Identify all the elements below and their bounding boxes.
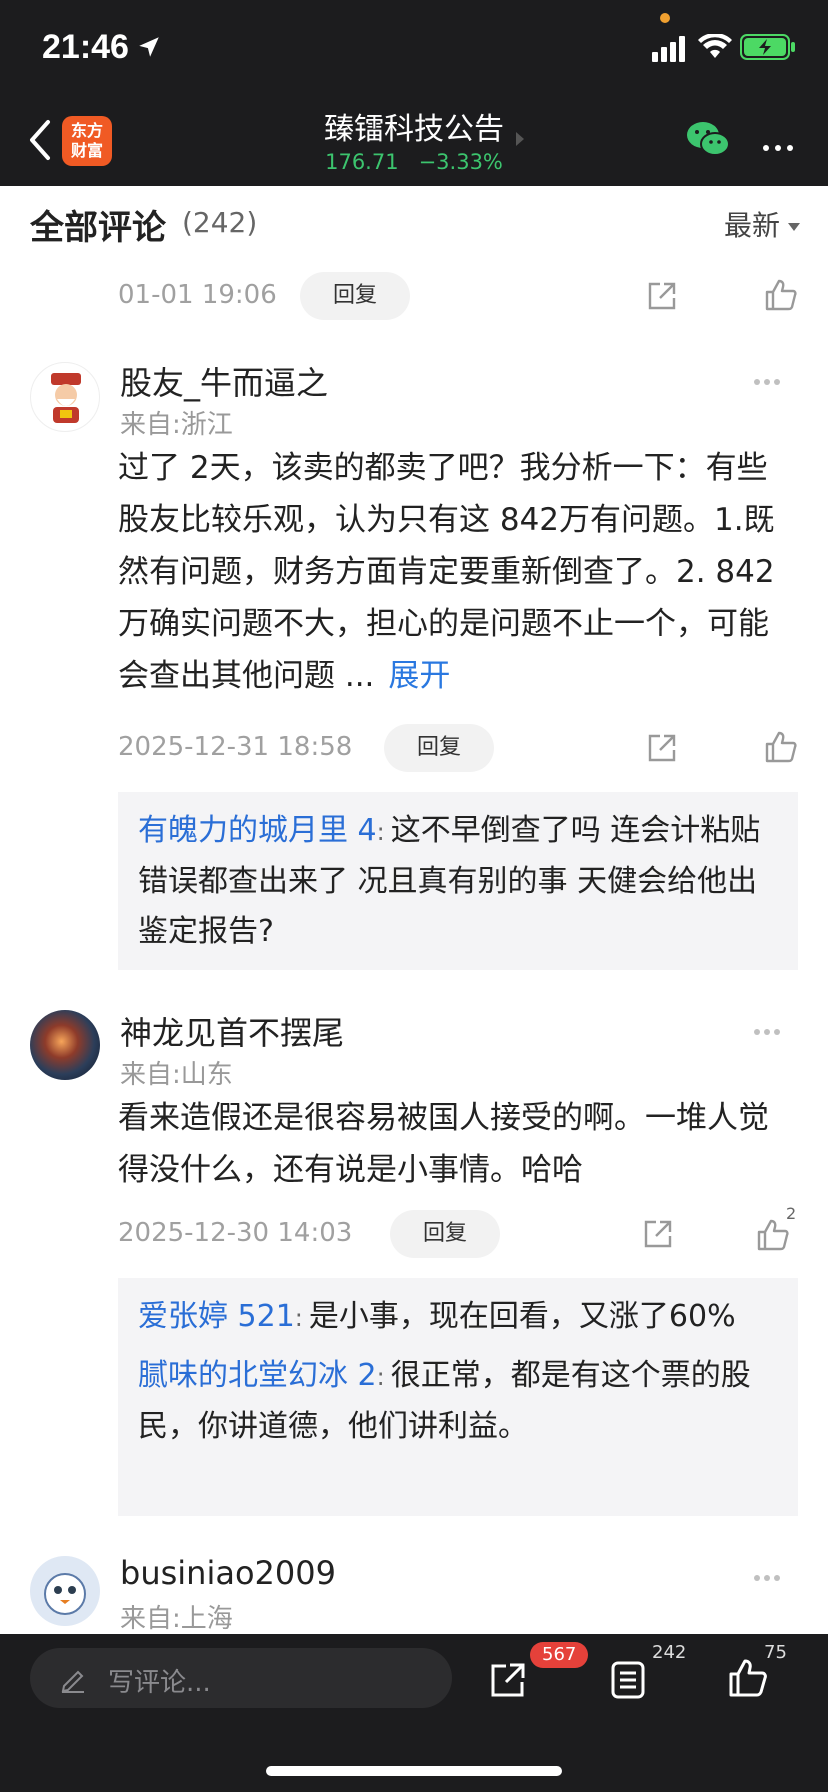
comment-more-icon[interactable] — [752, 1566, 782, 1585]
cartoon-bird-avatar-icon — [44, 1573, 86, 1615]
comment-meta: 2025-12-30 14:03 回复 2 — [118, 1204, 798, 1258]
fortune-god-avatar-icon — [51, 373, 81, 423]
location-arrow-icon — [139, 37, 159, 57]
comments-header: 全部评论 (242) 最新 — [30, 196, 800, 248]
user-location: 来自:浙江 — [120, 410, 233, 440]
reply-thread[interactable]: 爱张婷 521: 是小事，现在回看，又涨了60% 腻味的北堂幻冰 2: 很正常，都是… — [118, 1278, 798, 1516]
wifi-icon — [698, 34, 732, 58]
share-icon[interactable] — [646, 732, 678, 764]
reply-colon: : — [376, 818, 385, 846]
reply-button[interactable]: 回复 — [384, 724, 494, 772]
username[interactable]: 股友_牛而逼之 — [120, 358, 328, 404]
reply-author[interactable]: 有魄力的城月里 4 — [138, 813, 377, 848]
home-indicator[interactable] — [266, 1766, 562, 1776]
user-location: 来自:上海 — [120, 1604, 233, 1634]
reply-colon: : — [294, 1304, 303, 1332]
reply-button[interactable]: 回复 — [300, 272, 410, 320]
comment-count: 242 — [652, 1642, 687, 1663]
reply-button[interactable]: 回复 — [390, 1210, 500, 1258]
thumbs-up-icon[interactable] — [764, 730, 798, 764]
comment-input-placeholder: 写评论... — [108, 1668, 211, 1698]
share-count-badge: 567 — [530, 1642, 589, 1668]
like-count: 2 — [786, 1204, 797, 1223]
comment-more-icon[interactable] — [752, 370, 782, 389]
stock-change: −3.33% — [418, 150, 503, 174]
battery-charging-icon — [740, 34, 795, 60]
pencil-icon — [61, 1670, 84, 1693]
comment-time: 2025-12-31 18:58 — [118, 732, 353, 762]
comments-list-icon[interactable] — [610, 1660, 646, 1700]
reply-colon: : — [376, 1363, 385, 1391]
avatar[interactable] — [30, 1556, 100, 1626]
sort-label: 最新 — [723, 209, 780, 242]
reply-item[interactable]: 腻味的北堂幻冰 2: 很正常，都是有这个票的股民，你讲道德，他们讲利益。 — [138, 1351, 778, 1452]
sort-caret-icon — [788, 223, 800, 231]
reply-text: 是小事，现在回看，又涨了60% — [308, 1299, 736, 1334]
reply-thread[interactable]: 有魄力的城月里 4: 这不早倒查了吗 连会计粘贴错误都查出来了 况且真有别的事 天… — [118, 792, 798, 970]
reply-item[interactable]: 有魄力的城月里 4: 这不早倒查了吗 连会计粘贴错误都查出来了 况且真有别的事 天… — [138, 806, 778, 957]
comment-time: 01-01 19:06 — [118, 280, 277, 310]
avatar[interactable] — [30, 1010, 100, 1080]
cellular-signal-icon — [652, 36, 685, 62]
expand-link[interactable]: 展开 — [388, 658, 450, 694]
thumbs-up-icon[interactable] — [764, 278, 798, 312]
thumbs-up-icon[interactable] — [756, 1218, 790, 1252]
comments-count: (242) — [182, 206, 258, 239]
status-time: 21:46 — [42, 28, 129, 66]
share-icon[interactable] — [488, 1660, 528, 1700]
share-icon[interactable] — [642, 1218, 674, 1250]
like-count: 75 — [764, 1642, 787, 1663]
user-location: 来自:山东 — [120, 1060, 233, 1090]
comment-meta: 2025-12-31 18:58 回复 — [118, 724, 798, 772]
comment-meta: 01-01 19:06 回复 — [118, 272, 798, 320]
reply-item[interactable]: 爱张婷 521: 是小事，现在回看，又涨了60% — [138, 1292, 778, 1343]
comment-time: 2025-12-30 14:03 — [118, 1218, 353, 1248]
avatar[interactable] — [30, 362, 100, 432]
recording-indicator — [660, 13, 670, 23]
username[interactable]: businiao2009 — [120, 1554, 336, 1592]
comments-title: 全部评论 — [30, 208, 166, 248]
comment-input[interactable]: 写评论... — [30, 1648, 452, 1708]
bottom-bar: 写评论... 567 242 75 — [0, 1634, 828, 1792]
sort-dropdown[interactable]: 最新 — [724, 204, 800, 244]
more-menu-icon[interactable] — [760, 136, 796, 155]
reply-author[interactable]: 腻味的北堂幻冰 2 — [138, 1358, 377, 1393]
comment-text[interactable]: 看来造假还是很容易被国人接受的啊。一堆人觉得没什么，还有说是小事情。哈哈 — [118, 1092, 788, 1196]
comment-text[interactable]: 过了 2天，该卖的都卖了吧？我分析一下：有些股友比较乐观，认为只有这 842万有… — [118, 442, 788, 702]
comment-more-icon[interactable] — [752, 1020, 782, 1039]
username[interactable]: 神龙见首不摆尾 — [120, 1008, 344, 1054]
caret-right-icon — [516, 132, 524, 146]
share-icon[interactable] — [646, 280, 678, 312]
stock-price: 176.71 — [325, 150, 399, 174]
reply-author[interactable]: 爱张婷 521 — [138, 1299, 295, 1334]
top-bar: 21:46 东方 财富 臻镭科技公告 176.71 −3.33% — [0, 0, 828, 186]
wechat-icon[interactable] — [686, 120, 730, 158]
thumbs-up-icon[interactable] — [728, 1658, 768, 1698]
